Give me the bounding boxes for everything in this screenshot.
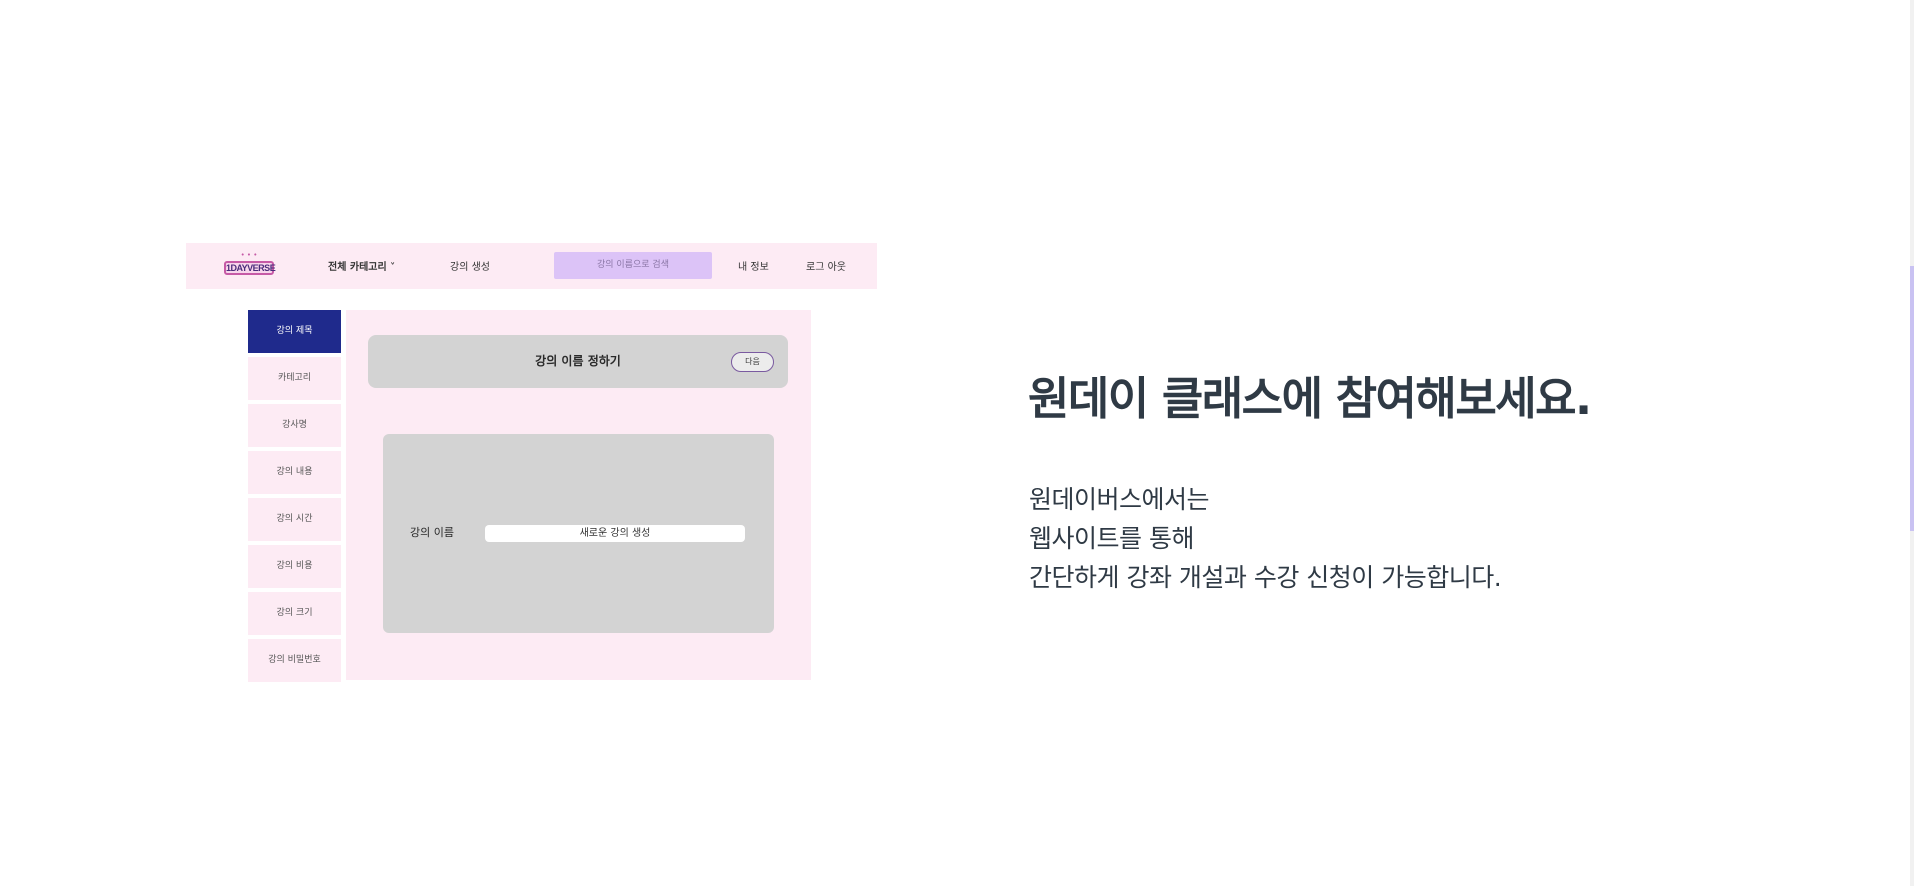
- logo[interactable]: • • • 1DAYVERSE: [224, 249, 276, 281]
- promo-line-2: 웹사이트를 통해: [1029, 524, 1194, 553]
- preview-main-panel: 강의 이름 정하기 다음 강의 이름 새로운 강의 생성: [346, 310, 811, 680]
- sidebar-item-cost[interactable]: 강의 비용: [248, 545, 341, 588]
- nav-logout[interactable]: 로그 아웃: [806, 258, 846, 273]
- logo-text: 1DAYVERSE: [224, 261, 276, 275]
- sidebar-item-category[interactable]: 카테고리: [248, 357, 341, 400]
- promo-line-1: 원데이버스에서는: [1029, 485, 1210, 514]
- class-name-label: 강의 이름: [410, 526, 454, 539]
- form-card: 강의 이름 새로운 강의 생성: [383, 434, 774, 633]
- step-header: 강의 이름 정하기 다음: [368, 335, 788, 388]
- promo-headline: 원데이 클래스에 참여해보세요.: [1028, 372, 1592, 425]
- sidebar-item-size[interactable]: 강의 크기: [248, 592, 341, 635]
- nav-my-info[interactable]: 내 정보: [738, 258, 769, 273]
- sidebar-item-instructor[interactable]: 강사명: [248, 404, 341, 447]
- sidebar-item-password[interactable]: 강의 비밀번호: [248, 639, 341, 682]
- scrollbar-thumb[interactable]: [1910, 266, 1914, 531]
- preview-sidebar: 강의 제목 카테고리 강사명 강의 내용 강의 시간 강의 비용 강의 크기 강…: [248, 310, 341, 682]
- sidebar-item-content[interactable]: 강의 내용: [248, 451, 341, 494]
- next-button[interactable]: 다음: [731, 352, 774, 372]
- preview-topbar: • • • 1DAYVERSE 전체 카테고리 ˅ 강의 생성 강의 이름으로 …: [186, 243, 877, 289]
- step-title: 강의 이름 정하기: [535, 354, 621, 368]
- class-name-input[interactable]: 새로운 강의 생성: [485, 525, 745, 542]
- sidebar-item-time[interactable]: 강의 시간: [248, 498, 341, 541]
- logo-dots: • • •: [240, 251, 258, 259]
- page: • • • 1DAYVERSE 전체 카테고리 ˅ 강의 생성 강의 이름으로 …: [0, 0, 1914, 896]
- promo-line-3: 간단하게 강좌 개설과 수강 신청이 가능합니다.: [1029, 563, 1502, 592]
- sidebar-item-title[interactable]: 강의 제목: [248, 310, 341, 353]
- search-input[interactable]: 강의 이름으로 검색: [554, 252, 712, 279]
- nav-create-class[interactable]: 강의 생성: [450, 258, 490, 273]
- nav-all-categories[interactable]: 전체 카테고리 ˅: [328, 258, 395, 273]
